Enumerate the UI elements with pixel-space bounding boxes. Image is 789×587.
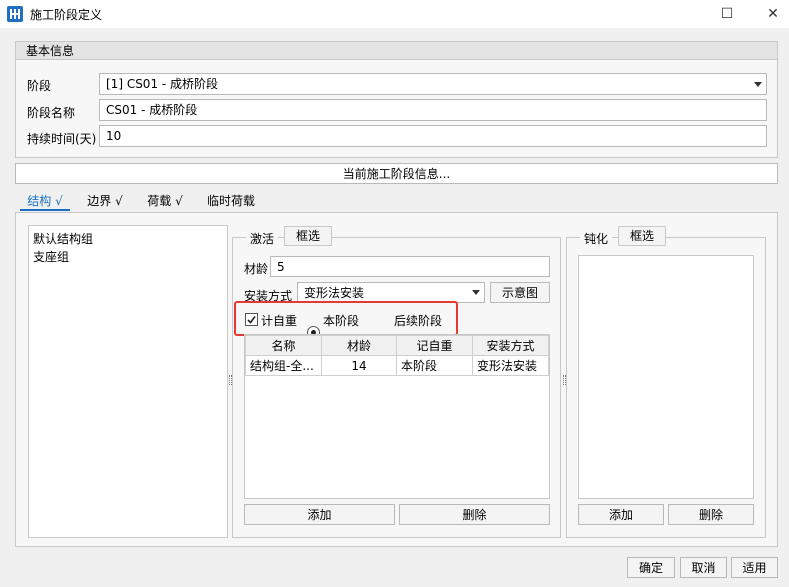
activate-age-field[interactable]: 5 xyxy=(270,256,550,277)
title-bar xyxy=(0,0,789,28)
column-header-self-weight[interactable]: 记自重 xyxy=(396,335,473,356)
maximize-icon: ☐ xyxy=(720,6,734,22)
column-header-age[interactable]: 材龄 xyxy=(321,335,397,356)
apply-button[interactable]: 适用 xyxy=(731,557,778,578)
install-method-value: 变形法安装 xyxy=(304,286,365,300)
activate-box-select-button[interactable]: 框选 xyxy=(284,226,332,246)
stage-name-label: 阶段名称 xyxy=(27,106,76,120)
activate-delete-button[interactable]: 删除 xyxy=(399,504,550,525)
table-header-row: 名称 材龄 记自重 安装方式 xyxy=(245,335,549,356)
list-item-default-structure-group[interactable]: 默认结构组 xyxy=(33,230,223,248)
self-weight-label: 计自重 xyxy=(261,314,298,328)
activate-add-button[interactable]: 添加 xyxy=(244,504,395,525)
maximize-button[interactable]: ☐ xyxy=(712,2,742,26)
chevron-down-icon xyxy=(754,82,762,87)
radio-current-stage-label: 本阶段 xyxy=(323,314,360,328)
stage-name-field[interactable]: CS01 - 成桥阶段 xyxy=(99,99,767,121)
stage-select[interactable]: [1] CS01 - 成桥阶段 xyxy=(99,73,767,95)
ok-button[interactable]: 确定 xyxy=(627,557,675,578)
deactivate-title: 钝化 xyxy=(580,230,613,248)
current-stage-info-button[interactable]: 当前施工阶段信息... xyxy=(15,163,778,184)
cancel-button[interactable]: 取消 xyxy=(680,557,727,578)
cell-name: 结构组-全... xyxy=(245,355,322,376)
tab-boundary[interactable]: 边界 √ xyxy=(80,191,130,211)
diagram-button[interactable]: 示意图 xyxy=(490,282,550,303)
radio-following-stage-label: 后续阶段 xyxy=(394,314,443,328)
tab-temporary-load[interactable]: 临时荷载 xyxy=(200,191,262,211)
duration-field[interactable]: 10 xyxy=(99,125,767,147)
cell-install-method: 变形法安装 xyxy=(472,355,549,376)
duration-value: 10 xyxy=(106,129,122,143)
activate-table[interactable]: 名称 材龄 记自重 安装方式 结构组-全... 14 本阶段 变形法安装 xyxy=(244,334,550,499)
close-icon: ✕ xyxy=(767,6,779,22)
structure-group-list[interactable]: 默认结构组 支座组 xyxy=(28,225,228,538)
duration-label: 持续时间(天) xyxy=(27,132,97,146)
stage-name-value: CS01 - 成桥阶段 xyxy=(106,103,198,117)
cell-self-weight: 本阶段 xyxy=(396,355,473,376)
window-title: 施工阶段定义 xyxy=(30,8,103,22)
cell-age: 14 xyxy=(321,355,397,376)
list-item-support-group[interactable]: 支座组 xyxy=(33,248,223,266)
basic-info-header: 基本信息 xyxy=(16,42,777,60)
activate-age-value: 5 xyxy=(277,260,285,274)
activate-title: 激活 xyxy=(246,230,279,248)
install-method-select[interactable]: 变形法安装 xyxy=(297,282,485,303)
deactivate-delete-button[interactable]: 删除 xyxy=(668,504,754,525)
check-icon xyxy=(247,316,256,324)
deactivate-add-button[interactable]: 添加 xyxy=(578,504,664,525)
tab-structure[interactable]: 结构 √ xyxy=(20,191,70,211)
deactivate-list[interactable] xyxy=(578,255,754,499)
column-header-name[interactable]: 名称 xyxy=(245,335,322,356)
stage-label: 阶段 xyxy=(27,79,52,93)
column-header-install-method[interactable]: 安装方式 xyxy=(472,335,549,356)
activate-age-label: 材龄 xyxy=(244,262,269,276)
self-weight-checkbox[interactable] xyxy=(245,313,258,326)
close-button[interactable]: ✕ xyxy=(758,2,788,26)
stage-select-value: [1] CS01 - 成桥阶段 xyxy=(106,77,219,91)
deactivate-box-select-button[interactable]: 框选 xyxy=(618,226,666,246)
tab-load[interactable]: 荷载 √ xyxy=(140,191,190,211)
chevron-down-icon xyxy=(472,290,480,295)
app-icon xyxy=(7,6,23,22)
table-row[interactable]: 结构组-全... 14 本阶段 变形法安装 xyxy=(245,355,549,376)
